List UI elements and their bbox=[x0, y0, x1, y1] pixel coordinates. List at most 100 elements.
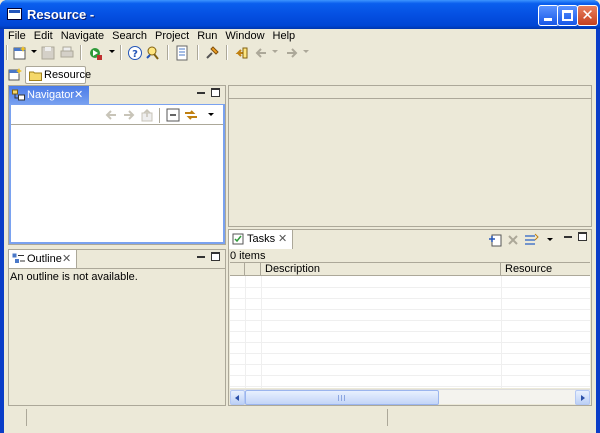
search-icon[interactable] bbox=[145, 45, 161, 61]
maximize-view-icon[interactable] bbox=[578, 232, 587, 241]
menu-navigate[interactable]: Navigate bbox=[58, 29, 107, 43]
grip bbox=[341, 395, 342, 401]
perspective-bar: Resource bbox=[4, 65, 596, 85]
tab-outline[interactable]: Outline ✕ bbox=[9, 250, 77, 269]
tasks-table[interactable]: Description Resource bbox=[230, 262, 590, 388]
table-row bbox=[230, 365, 590, 376]
run-icon[interactable] bbox=[88, 45, 104, 61]
scroll-right-button[interactable] bbox=[575, 390, 590, 405]
maximize-view-icon[interactable] bbox=[211, 88, 220, 97]
navigator-toolbar bbox=[11, 105, 223, 125]
link-editor-icon[interactable] bbox=[183, 107, 199, 123]
close-navigator-icon[interactable]: ✕ bbox=[74, 88, 83, 101]
table-header: Description Resource bbox=[230, 263, 590, 276]
minimize-icon bbox=[544, 18, 552, 21]
tasks-tab-label: Tasks bbox=[247, 233, 276, 245]
delete-icon[interactable] bbox=[505, 232, 521, 248]
perspective-resource-tab[interactable]: Resource bbox=[25, 66, 91, 84]
column-header-type[interactable] bbox=[245, 263, 261, 276]
tab-navigator[interactable]: Navigator ✕ bbox=[9, 86, 89, 105]
maximize-button[interactable] bbox=[557, 5, 578, 26]
run-dropdown-icon[interactable] bbox=[109, 50, 115, 53]
forward-dropdown-icon[interactable] bbox=[303, 50, 309, 53]
table-row bbox=[230, 288, 590, 299]
close-outline-icon[interactable]: ✕ bbox=[62, 252, 71, 265]
print-icon[interactable] bbox=[59, 45, 75, 61]
title-bar[interactable]: Resource - ✕ bbox=[0, 0, 600, 29]
navigator-content[interactable] bbox=[9, 104, 225, 244]
maximize-view-icon[interactable] bbox=[211, 252, 220, 261]
menu-window[interactable]: Window bbox=[222, 29, 267, 43]
forward-icon[interactable] bbox=[121, 107, 137, 123]
minimize-view-icon[interactable] bbox=[197, 256, 205, 258]
filter-icon[interactable] bbox=[523, 232, 539, 248]
window-title: Resource - bbox=[27, 7, 95, 22]
status-field bbox=[26, 409, 386, 426]
menu-help[interactable]: Help bbox=[270, 29, 299, 43]
view-menu-icon[interactable] bbox=[547, 238, 553, 241]
column-header-priority[interactable] bbox=[230, 263, 245, 276]
close-button[interactable]: ✕ bbox=[577, 5, 598, 26]
forward-icon[interactable] bbox=[284, 45, 300, 61]
grid-column-line bbox=[261, 276, 262, 388]
toolbar-separator bbox=[80, 45, 82, 60]
arrow-right-icon bbox=[581, 395, 585, 401]
outline-tab-label: Outline bbox=[27, 253, 62, 265]
back-icon[interactable] bbox=[253, 45, 269, 61]
up-icon[interactable] bbox=[139, 107, 155, 123]
table-row bbox=[230, 354, 590, 365]
pin-icon[interactable] bbox=[204, 45, 220, 61]
last-edit-icon[interactable] bbox=[233, 45, 249, 61]
scroll-left-button[interactable] bbox=[230, 390, 245, 405]
window-icon bbox=[7, 8, 22, 20]
scrollbar-thumb[interactable] bbox=[245, 390, 439, 405]
tasks-view: Tasks ✕ 0 items Description Resource bbox=[228, 229, 592, 406]
task-icon[interactable] bbox=[174, 45, 190, 61]
outline-message: An outline is not available. bbox=[10, 271, 138, 283]
collapse-all-icon[interactable] bbox=[165, 107, 181, 123]
svg-text:?: ? bbox=[132, 49, 138, 60]
add-task-icon[interactable] bbox=[487, 232, 503, 248]
navigator-icon bbox=[12, 89, 25, 101]
tab-tasks[interactable]: Tasks ✕ bbox=[229, 230, 293, 249]
maximize-icon bbox=[562, 10, 573, 21]
menu-search[interactable]: Search bbox=[109, 29, 150, 43]
minimize-view-icon[interactable] bbox=[197, 92, 205, 94]
new-dropdown-icon[interactable] bbox=[31, 50, 37, 53]
help-icon[interactable]: ? bbox=[127, 45, 143, 61]
close-tasks-icon[interactable]: ✕ bbox=[278, 232, 287, 245]
minimize-view-icon[interactable] bbox=[564, 236, 572, 238]
horizontal-scrollbar[interactable] bbox=[230, 389, 590, 405]
outline-view: Outline ✕ An outline is not available. bbox=[8, 249, 226, 406]
status-bar bbox=[4, 406, 596, 428]
arrow-left-icon bbox=[235, 395, 239, 401]
column-header-resource[interactable]: Resource bbox=[501, 263, 590, 276]
menu-edit[interactable]: Edit bbox=[31, 29, 56, 43]
outline-icon bbox=[12, 253, 25, 263]
menu-file[interactable]: File bbox=[4, 29, 29, 43]
new-wizard-icon[interactable] bbox=[12, 45, 28, 61]
back-dropdown-icon[interactable] bbox=[272, 50, 278, 53]
table-row bbox=[230, 277, 590, 288]
table-row bbox=[230, 321, 590, 332]
grip bbox=[338, 395, 339, 401]
toolbar-separator bbox=[6, 45, 8, 60]
menu-run[interactable]: Run bbox=[194, 29, 220, 43]
save-icon[interactable] bbox=[40, 45, 56, 61]
editor-tab-strip bbox=[229, 86, 591, 99]
table-row bbox=[230, 310, 590, 321]
back-icon[interactable] bbox=[103, 107, 119, 123]
menu-project[interactable]: Project bbox=[152, 29, 192, 43]
grid-column-line bbox=[501, 276, 502, 388]
view-menu-icon[interactable] bbox=[208, 113, 214, 116]
toolbar-separator bbox=[167, 45, 169, 60]
folder-icon bbox=[29, 71, 42, 81]
column-header-description[interactable]: Description bbox=[261, 263, 501, 276]
toolbar-separator bbox=[159, 108, 161, 123]
toolbar-separator bbox=[120, 45, 122, 60]
perspective-label: Resource bbox=[44, 69, 92, 81]
minimize-button[interactable] bbox=[538, 5, 559, 26]
table-row bbox=[230, 343, 590, 354]
main-toolbar: ? bbox=[4, 43, 596, 63]
open-perspective-icon[interactable] bbox=[8, 68, 22, 82]
